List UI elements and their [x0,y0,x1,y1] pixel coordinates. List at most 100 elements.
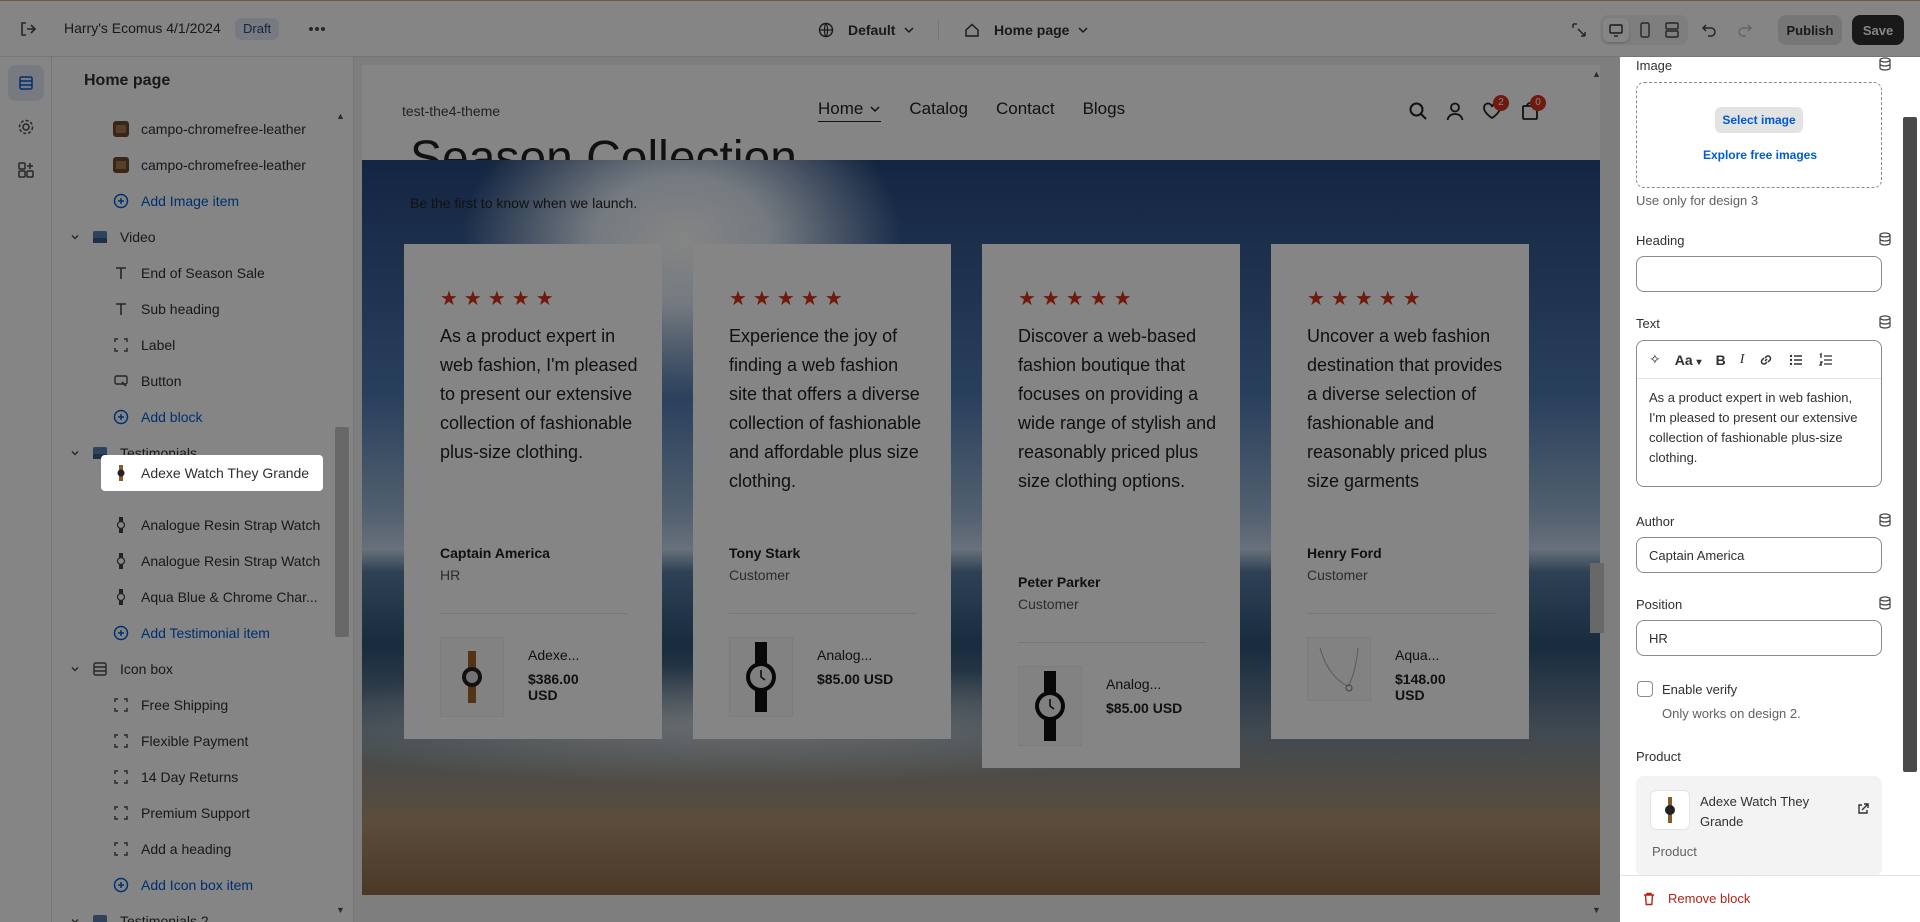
add-icon-box-item-button[interactable]: Add Icon box item [113,869,253,901]
more-actions-button[interactable] [304,21,330,37]
section-testimonials-2[interactable]: Testimonials 2 [70,905,209,922]
numbered-list-icon[interactable] [1818,351,1834,368]
theme-settings-icon[interactable] [17,118,35,136]
apps-icon[interactable] [17,161,35,179]
nav-blogs[interactable]: Blogs [1083,99,1126,122]
mobile-view-icon[interactable] [1637,21,1653,39]
chevron-down-icon[interactable] [70,916,80,922]
block-add-a-heading[interactable]: Add a heading [113,833,231,865]
section-video[interactable]: Video [70,221,156,253]
selected-block-highlight[interactable]: Adexe Watch They Grande [101,455,323,491]
block-icon [113,697,129,713]
product-thumbnail[interactable] [1018,666,1082,746]
testimonial-author: Captain America [440,545,550,561]
redo-icon[interactable] [1736,21,1754,39]
block-label[interactable]: Label [113,329,175,361]
heading-label: Heading [1636,233,1685,248]
canvas-scrollbar[interactable] [1590,563,1604,633]
sidebar-scroll-down[interactable]: ▼ [336,905,345,915]
section-icon-box[interactable]: Icon box [70,653,173,685]
position-input[interactable]: HR [1636,620,1882,656]
block-campo-chromefree-leather[interactable]: campo-chromefree-leather [113,149,306,181]
store-logo[interactable]: test-the4-theme [402,103,500,119]
block-aqua-blue-chrome-char[interactable]: Aqua Blue & Chrome Char... [113,581,318,613]
block-button[interactable]: Button [113,365,181,397]
text-editor-content[interactable]: As a product expert in web fashion, I'm … [1649,388,1871,468]
inspector-icon[interactable] [1570,21,1588,39]
block-free-shipping[interactable]: Free Shipping [113,689,228,721]
block-icon [113,769,129,785]
product-name[interactable]: Analog... [817,647,872,663]
theme-select[interactable]: Default [818,18,915,42]
block-analogue-resin-strap-watch[interactable]: Analogue Resin Strap Watch [113,545,320,577]
text-label: Text [1636,316,1660,331]
product-thumbnail[interactable] [440,637,504,717]
undo-icon[interactable] [1700,21,1718,39]
chevron-down-icon[interactable] [70,664,80,674]
external-link-icon[interactable] [1856,802,1870,816]
product-thumbnail[interactable] [729,637,793,717]
sidebar-item-label: Add Testimonial item [141,625,270,641]
block-premium-support[interactable]: Premium Support [113,797,250,829]
remove-block-button[interactable]: Remove block [1642,891,1750,906]
ai-sparkle-icon[interactable]: ✧ [1649,351,1661,368]
sidebar-scrollbar[interactable] [335,427,349,637]
author-input[interactable]: Captain America [1636,537,1882,573]
product-thumbnail [1650,790,1690,830]
product-name[interactable]: Aqua... [1395,647,1439,663]
block-flexible-payment[interactable]: Flexible Payment [113,725,248,757]
page-select[interactable]: Home page [964,18,1089,42]
product-name[interactable]: Adexe... [528,647,579,663]
dynamic-source-icon[interactable] [1878,57,1892,71]
save-button[interactable]: Save [1852,15,1904,45]
product-name[interactable]: Analog... [1106,676,1161,692]
block-sub-heading[interactable]: Sub heading [113,293,220,325]
select-image-button[interactable]: Select image [1715,107,1803,133]
canvas-scroll-up[interactable]: ▲ [1592,69,1601,79]
heading-input[interactable] [1636,256,1882,292]
product-thumbnail[interactable] [1307,637,1371,701]
chevron-down-icon[interactable] [70,232,80,242]
block-campo-chromefree-leather[interactable]: campo-chromefree-leather [113,113,306,145]
link-icon[interactable] [1758,352,1774,368]
bold-icon[interactable]: B [1716,352,1726,368]
explore-images-link[interactable]: Explore free images [1637,148,1883,162]
section-title: Season Collection [410,132,797,160]
dynamic-source-icon[interactable] [1878,596,1892,610]
nav-home[interactable]: Home [818,99,882,122]
add-block-button[interactable]: Add block [113,401,202,433]
font-size-icon[interactable]: Aa ▾ [1675,352,1702,368]
status-badge: Draft [235,18,280,40]
trash-icon [1642,892,1656,906]
dynamic-source-icon[interactable] [1878,232,1892,246]
store-search-icon[interactable] [1408,101,1428,121]
dynamic-source-icon[interactable] [1878,513,1892,527]
chevron-down-icon [1077,24,1089,36]
block-end-of-season-sale[interactable]: End of Season Sale [113,257,265,289]
watch-thumb-icon [113,589,129,605]
publish-button[interactable]: Publish [1778,15,1842,45]
dynamic-source-icon[interactable] [1878,315,1892,329]
block-14-day-returns[interactable]: 14 Day Returns [113,761,238,793]
card-divider [1018,642,1206,643]
desktop-view-icon[interactable] [1603,18,1629,42]
exit-icon[interactable] [18,19,38,39]
panel-scrollbar[interactable] [1903,117,1917,772]
sidebar-scroll-up[interactable]: ▲ [336,111,345,121]
fullwidth-view-icon[interactable] [1664,21,1680,39]
selected-block-label: Adexe Watch They Grande [141,465,310,481]
account-icon[interactable] [1445,101,1465,121]
chevron-down-icon[interactable] [70,448,80,458]
italic-icon[interactable]: I [1740,352,1745,368]
add-testimonial-item-button[interactable]: Add Testimonial item [113,617,270,649]
nav-contact[interactable]: Contact [996,99,1055,122]
sidebar-item-label: 14 Day Returns [141,769,239,785]
nav-catalog[interactable]: Catalog [909,99,968,122]
sections-icon[interactable] [8,65,44,101]
add-image-item-button[interactable]: Add Image item [113,185,239,217]
bullet-list-icon[interactable] [1788,352,1804,368]
testimonial-role: Customer [1018,596,1079,612]
canvas-scroll-down[interactable]: ▼ [1592,905,1601,915]
block-analogue-resin-strap-watch[interactable]: Analogue Resin Strap Watch [113,509,320,541]
enable-verify-checkbox[interactable] [1637,681,1653,697]
